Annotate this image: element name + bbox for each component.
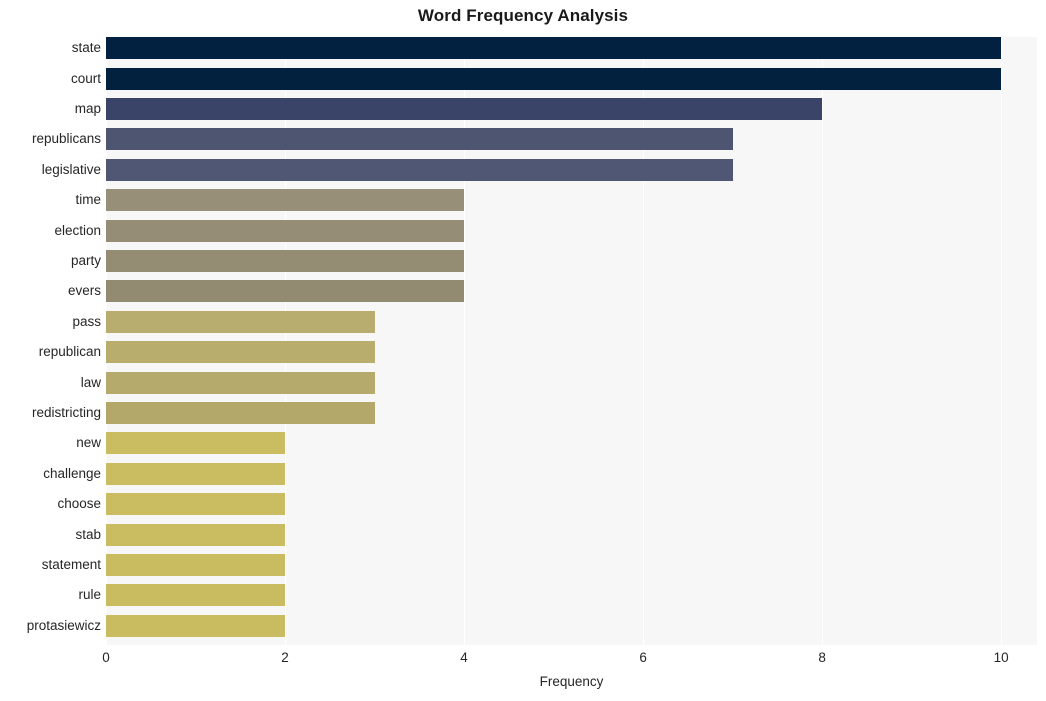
bar-fill xyxy=(106,250,465,272)
y-tick-label: state xyxy=(71,40,101,56)
bar xyxy=(106,554,286,576)
bar-fill xyxy=(106,493,286,516)
bar xyxy=(106,462,286,485)
y-tick-label: legislative xyxy=(41,161,101,177)
bar xyxy=(106,67,1002,90)
bar-fill xyxy=(106,341,375,364)
x-axis-tick-labels: 0 2 4 6 8 10 xyxy=(102,645,1037,671)
bars-layer xyxy=(106,37,1037,645)
y-tick-label: pass xyxy=(72,313,101,329)
bar xyxy=(106,219,465,242)
bar xyxy=(106,614,286,637)
y-tick-label: new xyxy=(76,435,101,451)
bar xyxy=(106,584,286,607)
y-tick-label: evers xyxy=(67,283,101,299)
y-tick-label: statement xyxy=(41,557,101,572)
bar-fill xyxy=(106,371,375,394)
bar-fill xyxy=(106,189,465,212)
bar xyxy=(106,128,733,151)
y-axis-tick-labels: state court map republicans legislative time e… xyxy=(0,37,101,645)
y-tick-label: redistricting xyxy=(31,405,101,420)
bar xyxy=(106,158,733,181)
bar xyxy=(106,523,286,546)
bar xyxy=(106,189,465,212)
bar-fill xyxy=(106,402,375,424)
bar xyxy=(106,402,375,424)
bar xyxy=(106,98,823,120)
bar-fill xyxy=(106,523,286,546)
bar-fill xyxy=(106,432,286,455)
bar-fill xyxy=(106,554,286,576)
y-tick-label: party xyxy=(70,253,101,268)
bar xyxy=(106,37,1002,60)
bar-fill xyxy=(106,310,375,333)
bar-fill xyxy=(106,614,286,637)
bar-fill xyxy=(106,584,286,607)
bar xyxy=(106,250,465,272)
bar-fill xyxy=(106,462,286,485)
word-frequency-chart: Word Frequency Analysis state court map rep… xyxy=(0,0,1046,701)
bar-fill xyxy=(106,128,733,151)
y-tick-label: rule xyxy=(78,587,101,603)
y-tick-label: republican xyxy=(38,344,101,360)
bar xyxy=(106,280,465,303)
chart-title: Word Frequency Analysis xyxy=(417,6,629,25)
bar-fill xyxy=(106,37,1002,60)
bar xyxy=(106,432,286,455)
x-axis-title: Frequency xyxy=(539,674,604,689)
x-tick-label: 10 xyxy=(993,650,1009,665)
bar xyxy=(106,341,375,364)
bar-fill xyxy=(106,158,733,181)
x-tick-label: 8 xyxy=(818,650,826,665)
y-tick-label: election xyxy=(54,222,101,238)
y-tick-label: protasiewicz xyxy=(26,617,101,633)
bar-fill xyxy=(106,98,823,120)
y-tick-label: map xyxy=(74,101,101,116)
bar-fill xyxy=(106,219,465,242)
x-tick-label: 6 xyxy=(639,650,647,665)
y-tick-label: republicans xyxy=(31,131,101,147)
y-tick-label: challenge xyxy=(43,465,101,481)
y-tick-label: choose xyxy=(57,496,101,512)
x-tick-label: 2 xyxy=(281,650,289,665)
bar-fill xyxy=(106,280,465,303)
bar xyxy=(106,310,375,333)
y-tick-label: court xyxy=(70,70,101,86)
y-tick-label: time xyxy=(75,192,101,208)
bar xyxy=(106,371,375,394)
bar-fill xyxy=(106,67,1002,90)
x-tick-label: 4 xyxy=(460,650,468,665)
x-tick-label: 0 xyxy=(102,650,110,665)
y-tick-label: law xyxy=(80,374,101,390)
y-tick-label: stab xyxy=(75,526,101,542)
bar xyxy=(106,493,286,516)
